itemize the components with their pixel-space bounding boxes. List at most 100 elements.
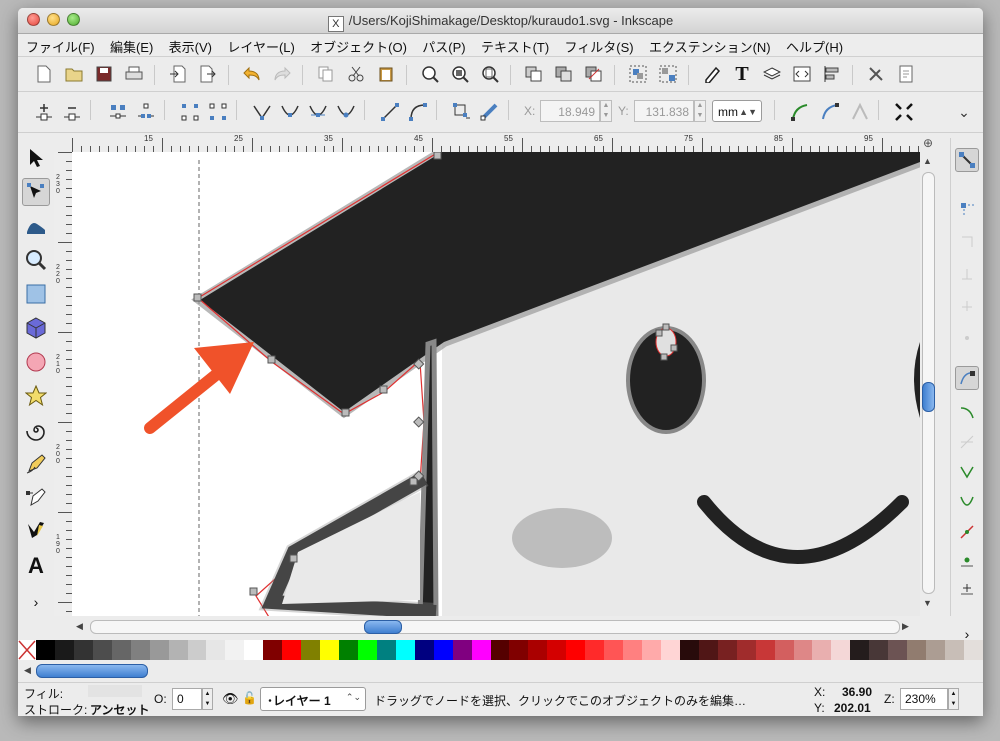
show-transform-handles-icon[interactable]: [892, 100, 916, 124]
vertical-scroll-thumb[interactable]: [922, 382, 935, 412]
layer-select[interactable]: ･レイヤー 1 ⌃⌄: [260, 687, 366, 711]
undo-icon[interactable]: [240, 62, 264, 86]
color-swatch[interactable]: [926, 640, 945, 660]
zoom-page-icon[interactable]: [478, 62, 502, 86]
duplicate-icon[interactable]: [522, 62, 546, 86]
eye-icon[interactable]: 👁: [222, 691, 239, 707]
color-swatch[interactable]: [679, 640, 699, 660]
path-node[interactable]: [655, 329, 663, 337]
color-swatch[interactable]: [566, 640, 586, 660]
horizontal-scroll-thumb[interactable]: [364, 620, 402, 634]
menu-object[interactable]: オブジェクト(O): [304, 34, 413, 56]
opacity-spinner[interactable]: ▲ ▼: [202, 688, 213, 710]
join-segment-icon[interactable]: [178, 100, 202, 124]
scroll-up-icon[interactable]: ▲: [923, 156, 932, 166]
horizontal-scroll-track[interactable]: [90, 620, 900, 634]
snap-bbox-corner-icon[interactable]: [955, 262, 979, 286]
node-x-spinner[interactable]: ▲ ▼: [600, 100, 612, 122]
xml-editor-icon[interactable]: [790, 62, 814, 86]
snap-object-midpoints-icon[interactable]: [955, 548, 979, 572]
color-swatch[interactable]: [907, 640, 927, 660]
redo-icon[interactable]: [270, 62, 294, 86]
color-swatch[interactable]: [395, 640, 415, 660]
menu-edit[interactable]: 編集(E): [104, 34, 159, 56]
color-swatch[interactable]: [509, 640, 529, 660]
color-swatch[interactable]: [642, 640, 661, 660]
insert-node-icon[interactable]: [32, 100, 56, 124]
scroll-down-icon[interactable]: ▼: [923, 598, 932, 608]
next-path-effect-icon[interactable]: [788, 100, 812, 124]
fill-stroke-icon[interactable]: [700, 62, 724, 86]
color-swatch[interactable]: [225, 640, 245, 660]
color-swatch[interactable]: [774, 640, 794, 660]
snap-nodes-icon[interactable]: [955, 366, 979, 390]
snap-intersections-icon[interactable]: [955, 430, 979, 454]
color-swatch[interactable]: [869, 640, 889, 660]
color-swatch[interactable]: [717, 640, 737, 660]
color-swatch[interactable]: [206, 640, 226, 660]
join-nodes-icon[interactable]: [106, 100, 130, 124]
snap-bbox-midpoint-icon[interactable]: [955, 294, 979, 318]
delete-node-icon[interactable]: [60, 100, 84, 124]
path-node[interactable]: [193, 293, 202, 302]
3d-box-tool-icon[interactable]: [22, 314, 50, 342]
node-tool-icon[interactable]: [22, 178, 50, 206]
color-palette[interactable]: [18, 640, 983, 660]
spiral-tool-icon[interactable]: [22, 416, 50, 444]
color-swatch[interactable]: [831, 640, 851, 660]
cut-icon[interactable]: [344, 62, 368, 86]
no-paint-swatch[interactable]: [18, 640, 36, 660]
color-swatch[interactable]: [660, 640, 680, 660]
auto-smooth-node-icon[interactable]: [334, 100, 358, 124]
node-y-spinner[interactable]: ▲ ▼: [694, 100, 706, 122]
color-swatch[interactable]: [585, 640, 605, 660]
zoom-field[interactable]: 230%: [900, 688, 948, 710]
node-x-field[interactable]: 18.949: [540, 100, 600, 122]
color-swatch[interactable]: [111, 640, 131, 660]
scroll-left-icon[interactable]: ◀: [76, 621, 83, 632]
snap-rotation-centers-icon[interactable]: [955, 576, 979, 600]
zoom-selection-icon[interactable]: [418, 62, 442, 86]
color-swatch[interactable]: [301, 640, 321, 660]
menu-view[interactable]: 表示(V): [163, 34, 218, 56]
unit-select[interactable]: mm ▲▼: [712, 100, 762, 122]
stroke-indicator[interactable]: アンセット: [90, 701, 150, 716]
zoom-spinner[interactable]: ▲ ▼: [948, 688, 959, 710]
menu-text[interactable]: テキスト(T): [475, 34, 555, 56]
color-swatch[interactable]: [755, 640, 775, 660]
menu-path[interactable]: パス(P): [416, 34, 471, 56]
path-node[interactable]: [267, 355, 276, 364]
snap-paths-icon[interactable]: [955, 400, 979, 424]
pencil-tool-icon[interactable]: [22, 450, 50, 478]
color-swatch[interactable]: [376, 640, 396, 660]
color-swatch[interactable]: [433, 640, 453, 660]
zoom-drawing-icon[interactable]: [448, 62, 472, 86]
symmetric-node-icon[interactable]: [306, 100, 330, 124]
path-node[interactable]: [379, 385, 388, 394]
print-icon[interactable]: [122, 62, 146, 86]
path-node[interactable]: [433, 152, 442, 160]
node-y-field[interactable]: 131.838: [634, 100, 694, 122]
rect-tool-icon[interactable]: [22, 280, 50, 308]
color-swatch[interactable]: [92, 640, 112, 660]
color-swatch[interactable]: [945, 640, 964, 660]
stroke-to-path-icon[interactable]: [478, 100, 502, 124]
menu-extensions[interactable]: エクステンション(N): [643, 34, 777, 56]
import-icon[interactable]: [166, 62, 190, 86]
show-clip-path-icon[interactable]: [818, 100, 842, 124]
color-swatch[interactable]: [320, 640, 339, 660]
menu-help[interactable]: ヘルプ(H): [780, 34, 849, 56]
opacity-field[interactable]: 0: [172, 688, 202, 710]
color-swatch[interactable]: [149, 640, 169, 660]
color-swatch[interactable]: [963, 640, 983, 660]
clone-icon[interactable]: [552, 62, 576, 86]
menu-layer[interactable]: レイヤー(L): [221, 34, 301, 56]
selector-tool-icon[interactable]: [22, 144, 50, 172]
color-swatch[interactable]: [471, 640, 491, 660]
color-swatch[interactable]: [850, 640, 870, 660]
color-swatch[interactable]: [736, 640, 756, 660]
tweak-tool-icon[interactable]: [22, 212, 50, 240]
group-icon[interactable]: [626, 62, 650, 86]
color-swatch[interactable]: [187, 640, 207, 660]
toolbox-more-chevron-icon[interactable]: ›: [22, 588, 50, 616]
